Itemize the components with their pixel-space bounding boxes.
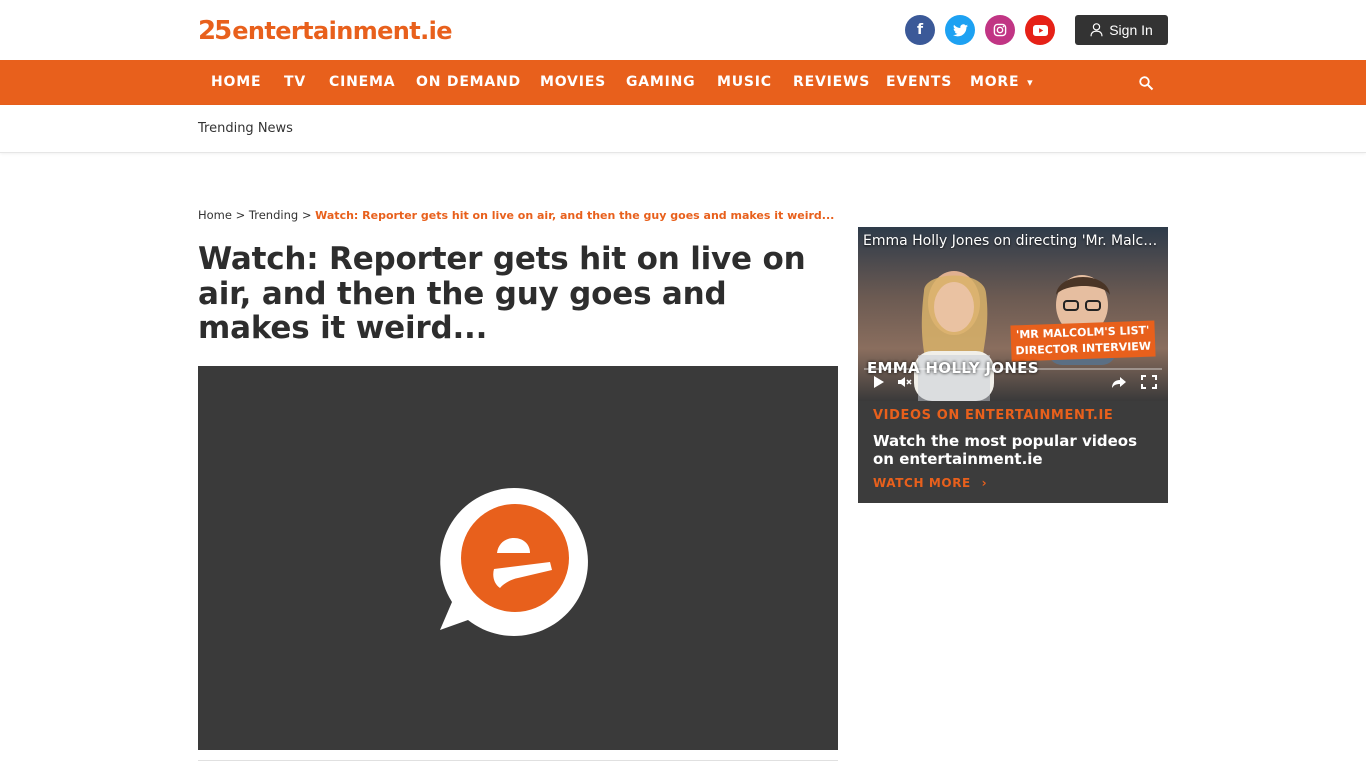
nav-item-events[interactable]: EVENTS	[886, 60, 952, 105]
content-divider	[198, 760, 838, 761]
article-video-player[interactable]	[198, 366, 838, 750]
chevron-down-icon: ▾	[1027, 76, 1034, 89]
sidebar-video-widget: Emma Holly Jones on directing 'Mr. Malco…	[858, 227, 1168, 503]
facebook-glyph: f	[916, 22, 924, 38]
sidebar-description: Watch the most popular videos on enterta…	[873, 432, 1138, 468]
sidebar-kicker: VIDEOS ON ENTERTAINMENT.IE	[873, 408, 1114, 423]
share-icon[interactable]	[1109, 373, 1129, 391]
nav-item-reviews[interactable]: REVIEWS	[793, 60, 870, 105]
nav-item-tv[interactable]: TV	[284, 60, 306, 105]
nav-item-on-demand[interactable]: ON DEMAND	[416, 60, 521, 105]
sign-in-label: Sign In	[1109, 22, 1153, 38]
site-logo[interactable]: 25 entertainment.ie	[198, 14, 453, 48]
facebook-icon[interactable]: f	[905, 15, 935, 45]
page-title: Watch: Reporter gets hit on live on air,…	[198, 241, 806, 346]
breadcrumb-home[interactable]: Home	[198, 208, 232, 222]
breadcrumb-current: Watch: Reporter gets hit on live on air,…	[315, 209, 835, 222]
instagram-camera-icon	[993, 23, 1007, 37]
nav-item-home[interactable]: HOME	[211, 60, 261, 105]
trending-news-link[interactable]: Trending News	[198, 121, 293, 136]
watch-more-link[interactable]: WATCH MORE ›	[873, 476, 987, 490]
nav-item-music[interactable]: MUSIC	[717, 60, 772, 105]
search-icon[interactable]	[1138, 75, 1154, 91]
nav-item-cinema[interactable]: CINEMA	[329, 60, 395, 105]
nav-more-label: MORE	[970, 74, 1020, 90]
thumbnail-badge: 'MR MALCOLM'S LIST' DIRECTOR INTERVIEW	[1010, 320, 1156, 362]
play-icon[interactable]	[868, 373, 888, 391]
breadcrumb-trending[interactable]: Trending	[249, 208, 298, 222]
chevron-right-icon: ›	[981, 476, 988, 490]
twitter-icon[interactable]	[945, 15, 975, 45]
main-nav: HOME TV CINEMA ON DEMAND MOVIES GAMING M…	[0, 60, 1366, 105]
interviewee-silhouette	[914, 271, 994, 401]
sidebar-video-thumbnail[interactable]: Emma Holly Jones on directing 'Mr. Malco…	[858, 227, 1168, 401]
fullscreen-icon[interactable]	[1139, 373, 1159, 391]
sub-nav-bar: Trending News	[0, 105, 1366, 153]
logo-wordmark: entertainment.ie	[232, 17, 452, 45]
sidebar-video-title: Emma Holly Jones on directing 'Mr. Malco…	[863, 233, 1163, 249]
entertainment-logo-icon	[440, 488, 588, 636]
logo-anniversary-mark: 25	[198, 16, 232, 46]
user-icon	[1090, 23, 1103, 37]
breadcrumb-separator: >	[301, 208, 312, 222]
breadcrumb: Home > Trending > Watch: Reporter gets h…	[198, 208, 834, 222]
mute-icon[interactable]	[895, 373, 915, 391]
youtube-icon[interactable]	[1025, 15, 1055, 45]
instagram-icon[interactable]	[985, 15, 1015, 45]
sign-in-button[interactable]: Sign In	[1075, 15, 1168, 45]
youtube-play-icon	[1032, 24, 1048, 36]
nav-item-gaming[interactable]: GAMING	[626, 60, 695, 105]
watch-more-label: WATCH MORE	[873, 476, 971, 490]
video-progress-bar[interactable]	[864, 368, 1162, 370]
nav-item-movies[interactable]: MOVIES	[540, 60, 606, 105]
breadcrumb-separator: >	[235, 208, 246, 222]
nav-item-more[interactable]: MORE ▾	[970, 60, 1033, 105]
top-bar: 25 entertainment.ie f Sign In	[0, 0, 1366, 60]
twitter-bird-icon	[952, 23, 968, 36]
